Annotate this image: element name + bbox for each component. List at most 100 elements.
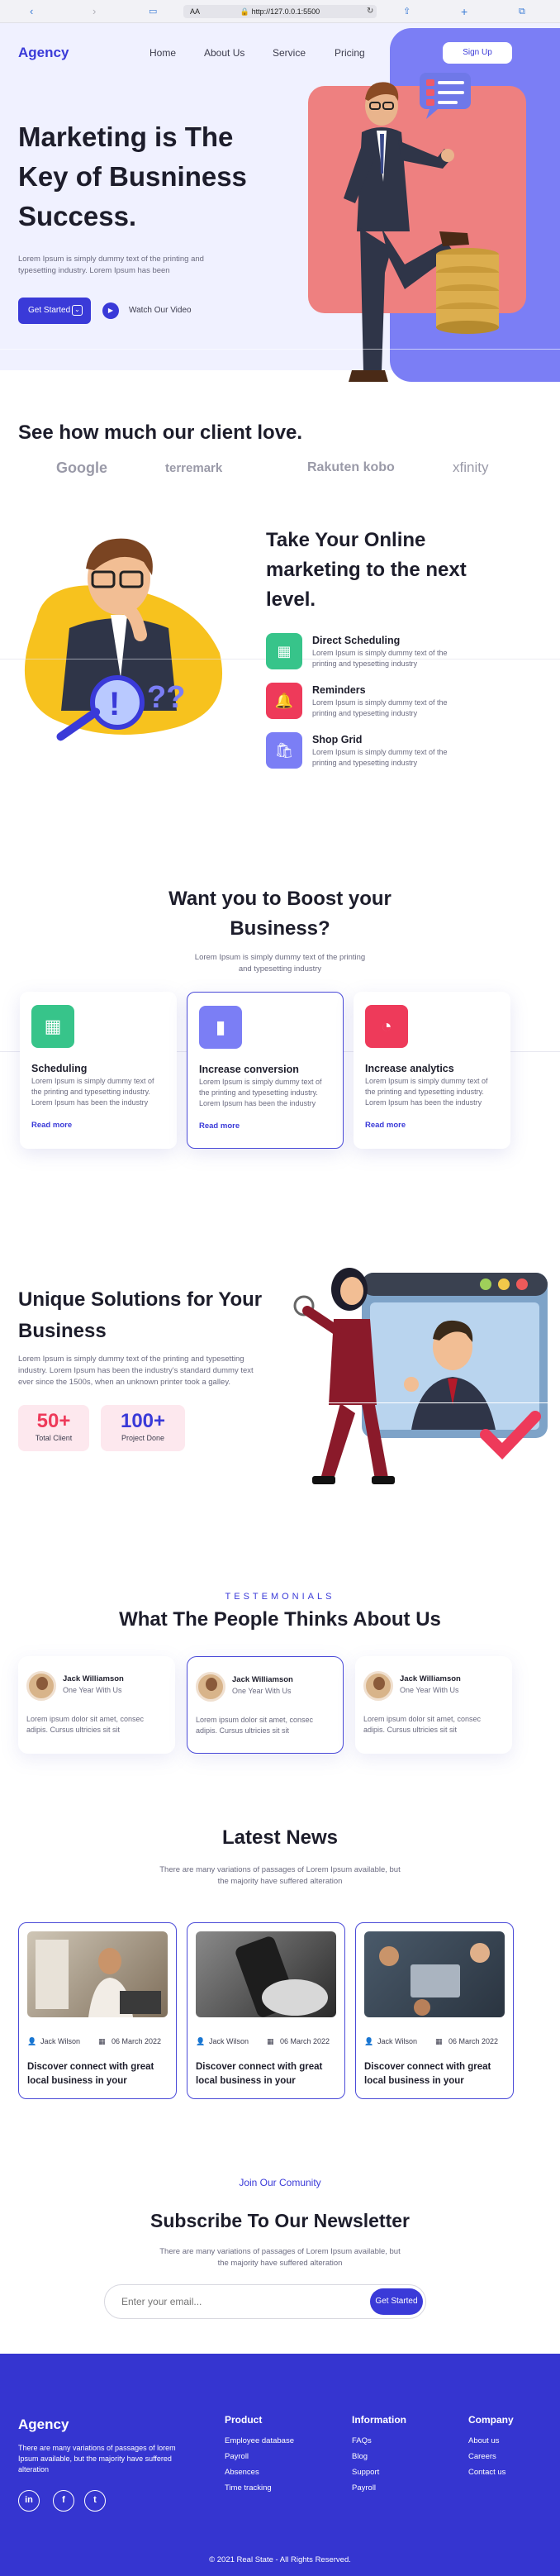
card-title: Increase analytics [365, 1063, 454, 1074]
thinking-man-illustration: ! ?? [24, 538, 223, 741]
news-image [364, 1931, 505, 2017]
footer-link[interactable]: Absences [225, 2468, 259, 2477]
feature-title: Direct Scheduling [312, 635, 401, 646]
email-input[interactable] [121, 2285, 328, 2318]
tabs-icon[interactable]: ⧉ [519, 5, 525, 18]
bell-icon: 🔔 [266, 683, 302, 719]
footer-link[interactable]: Payroll [225, 2452, 249, 2461]
read-more-link[interactable]: Read more [199, 1121, 240, 1131]
author-icon: 👤 [364, 2037, 374, 2045]
feature-desc: Lorem Ipsum is simply dummy text of the … [312, 649, 448, 668]
feature-title: Reminders [312, 684, 366, 696]
news-card[interactable]: 👤 Jack Wilson ▦ 06 March 2022 Discover c… [187, 1922, 345, 2099]
footer-link[interactable]: Contact us [468, 2468, 505, 2477]
forward-icon[interactable]: › [93, 5, 96, 18]
twitter-icon[interactable]: t [84, 2490, 106, 2512]
avatar [26, 1671, 56, 1701]
footer-link[interactable]: About us [468, 2436, 500, 2445]
unique-text: Lorem Ipsum is simply dummy text of the … [18, 1355, 254, 1387]
card-desc: Lorem Ipsum is simply dummy text of the … [31, 1077, 154, 1107]
get-started-button[interactable]: Get Started ⌄ [18, 298, 91, 324]
nav-home[interactable]: Home [149, 47, 176, 59]
news-title: Latest News [221, 1826, 339, 1849]
footer-link[interactable]: Payroll [352, 2483, 376, 2493]
footer-link[interactable]: Careers [468, 2452, 496, 2461]
site-logo[interactable]: Agency [18, 45, 69, 61]
share-icon[interactable]: ⇪ [403, 5, 411, 18]
service-card[interactable]: ◔ Increase analytics Lorem Ipsum is simp… [354, 992, 510, 1149]
newsletter-eyebrow: Join Our Comunity [239, 2177, 321, 2188]
testimonials-title: What The People Thinks About Us [119, 1608, 441, 1631]
newsletter-submit-button[interactable]: Get Started [370, 2288, 423, 2315]
card-title: Increase conversion [199, 1064, 299, 1075]
news-author: Jack Wilson [40, 2037, 81, 2045]
calendar-icon: ▦ [435, 2037, 443, 2045]
book-icon[interactable]: ▭ [149, 5, 157, 18]
testimonials-eyebrow: TESTEMONIALS [225, 1592, 335, 1602]
newsletter-title: Subscribe To Our Newsletter [150, 2210, 410, 2231]
facebook-icon[interactable]: f [53, 2490, 74, 2512]
news-photo [36, 1940, 161, 2017]
calendar-icon: ▦ [31, 1005, 74, 1048]
testimonial-name: Jack Williamson [400, 1674, 461, 1683]
hero-title: Marketing is The Key of Busniness Succes… [18, 121, 247, 231]
testimonial-quote: Lorem ipsum dolor sit amet, consec adipi… [196, 1716, 314, 1735]
footer-link[interactable]: Time tracking [225, 2483, 272, 2493]
nav-pricing[interactable]: Pricing [335, 47, 365, 59]
testimonial-role: One Year With Us [232, 1687, 292, 1695]
calendar-icon: ▦ [98, 2037, 106, 2045]
news-card[interactable]: 👤 Jack Wilson ▦ 06 March 2022 Discover c… [355, 1922, 514, 2099]
footer-link[interactable]: Employee database [225, 2436, 294, 2445]
stat-total-client: 50+ Total Client [18, 1405, 89, 1451]
clients-title: See how much our client love. [18, 421, 303, 444]
footer-link[interactable]: Blog [352, 2452, 368, 2461]
new-tab-icon[interactable]: + [461, 5, 467, 18]
hero-text: Lorem Ipsum is simply dummy text of the … [18, 255, 204, 275]
footer-link[interactable]: FAQs [352, 2436, 372, 2445]
calendar-icon: ▦ [267, 2037, 274, 2045]
service-card[interactable]: ▦ Scheduling Lorem Ipsum is simply dummy… [20, 992, 177, 1149]
testimonial-quote: Lorem ipsum dolor sit amet, consec adipi… [26, 1715, 145, 1734]
service-card[interactable]: ▮ Increase conversion Lorem Ipsum is sim… [187, 992, 344, 1149]
testimonial-name: Jack Williamson [63, 1674, 124, 1683]
read-more-link[interactable]: Read more [31, 1121, 72, 1130]
news-photo [235, 1936, 328, 2017]
avatar [196, 1672, 225, 1702]
reload-icon[interactable]: ↻ [367, 5, 373, 18]
feature-desc: Lorem Ipsum is simply dummy text of the … [312, 748, 448, 767]
get-started-label: Get Started [28, 306, 71, 315]
footer-text: There are many variations of passages of… [18, 2444, 176, 2474]
reader-aa[interactable]: AA [190, 5, 200, 18]
news-card[interactable]: 👤 Jack Wilson ▦ 06 March 2022 Discover c… [18, 1922, 177, 2099]
play-icon[interactable]: ▶ [102, 302, 119, 319]
url-bar[interactable]: 🔒 http://127.0.0.1:5500 [183, 5, 377, 18]
news-title-link[interactable]: Discover connect with great local busine… [27, 2060, 169, 2088]
calendar-icon: ▦ [266, 633, 302, 669]
stat-project-done: 100+ Project Done [101, 1405, 185, 1451]
testimonial-name: Jack Williamson [232, 1675, 293, 1684]
news-author: Jack Wilson [377, 2037, 418, 2045]
news-date: 06 March 2022 [448, 2037, 499, 2045]
lock-icon: 🔒 [240, 7, 250, 16]
watch-video-link[interactable]: Watch Our Video [129, 306, 192, 315]
news-photo [379, 1943, 490, 2016]
news-title-link[interactable]: Discover connect with great local busine… [364, 2060, 506, 2088]
footer-col-title: Product [225, 2414, 263, 2426]
marketing-title: Take Your Online marketing to the next l… [266, 529, 467, 611]
footer-logo[interactable]: Agency [18, 2416, 69, 2433]
pie-chart-icon: ◔ [365, 1005, 408, 1048]
back-icon[interactable]: ‹ [30, 5, 33, 18]
testimonial-role: One Year With Us [400, 1686, 459, 1694]
read-more-link[interactable]: Read more [365, 1121, 406, 1130]
news-title-link[interactable]: Discover connect with great local busine… [196, 2060, 338, 2088]
news-date: 06 March 2022 [112, 2037, 162, 2045]
author-icon: 👤 [196, 2037, 206, 2045]
card-desc: Lorem Ipsum is simply dummy text of the … [365, 1077, 488, 1107]
stat-value: 50+ [36, 1410, 71, 1432]
linkedin-icon[interactable]: in [18, 2490, 40, 2512]
nav-about-us[interactable]: About Us [204, 47, 244, 59]
nav-service[interactable]: Service [273, 47, 306, 59]
news-date: 06 March 2022 [280, 2037, 330, 2045]
divider-line [0, 1402, 560, 1403]
footer-link[interactable]: Support [352, 2468, 379, 2477]
